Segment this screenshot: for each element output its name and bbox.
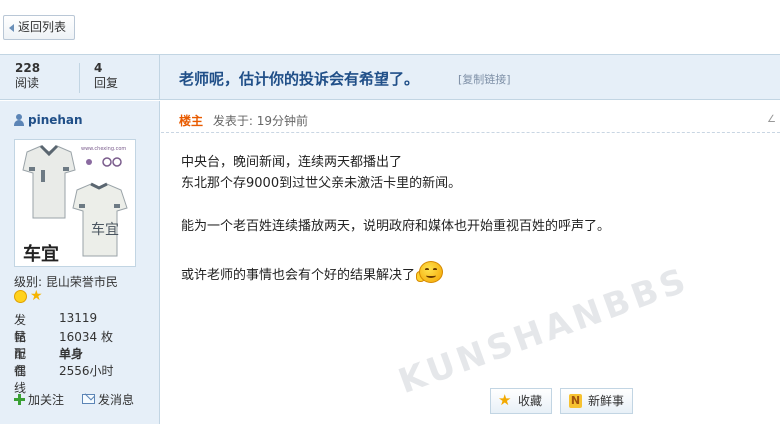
stat-value: 16034 枚: [59, 330, 113, 344]
plus-icon: [14, 394, 25, 405]
copy-link-button[interactable]: [复制链接]: [458, 71, 511, 87]
stat-value: 2556小时: [59, 364, 114, 378]
send-message-label: 发消息: [98, 393, 135, 407]
smile-medal-icon: [14, 290, 27, 303]
follow-label: 加关注: [28, 393, 65, 407]
svg-text:车宜: 车宜: [23, 243, 59, 265]
level-value: 昆山荣誉市民: [45, 275, 118, 289]
stat-value: 单身: [59, 347, 84, 361]
news-n-icon: N: [569, 394, 582, 408]
share-news-button[interactable]: N 新鲜事: [560, 388, 633, 414]
author-sidebar: pinehan 车 宜 www.chexing.com 车宜 级别: 昆山荣誉市…: [0, 101, 160, 424]
post-paragraph: 或许老师的事情也会有个好的结果解决了: [181, 268, 416, 283]
stat-value: 13119: [59, 311, 98, 325]
views-label: 阅读: [15, 76, 40, 90]
op-badge: 楼主: [179, 114, 204, 128]
post-meta: 楼主 发表于: 19分钟前: [179, 112, 308, 129]
replies-stat: 4 回复: [94, 61, 118, 91]
post-paragraph-last: 或许老师的事情也会有个好的结果解决了: [181, 259, 610, 283]
replies-count: 4: [94, 61, 103, 75]
svg-text:车: 车: [91, 221, 105, 238]
star-medal-icon: ★: [30, 288, 43, 304]
avatar[interactable]: 车 宜 www.chexing.com 车宜: [14, 139, 136, 267]
thread-stats: 228 阅读 4 回复: [0, 55, 160, 99]
thread-title: 老师呢，估计你的投诉会有希望了。: [179, 70, 420, 88]
post-paragraph: 东北那个存9000到过世父亲未激活卡里的新闻。: [181, 176, 462, 191]
thread-header: 228 阅读 4 回复 老师呢，估计你的投诉会有希望了。 [复制链接]: [0, 54, 780, 100]
follow-button[interactable]: 加关注: [14, 391, 64, 408]
send-message-button[interactable]: 发消息: [82, 391, 134, 408]
back-to-list-label: 返回列表: [18, 20, 67, 34]
views-stat: 228 阅读: [15, 61, 40, 91]
post-paragraph: 能为一个老百姓连续播放两天，说明政府和媒体也开始重视百姓的呼声了。: [181, 219, 611, 234]
star-icon: ★: [498, 391, 512, 409]
avatar-tshirt-image: 车 宜 www.chexing.com 车宜: [15, 140, 135, 266]
user-icon: [14, 114, 24, 127]
views-count: 228: [15, 61, 41, 75]
share-news-label: 新鲜事: [588, 394, 625, 408]
smile-wave-icon: [416, 259, 446, 287]
top-toolbar: 返回列表: [0, 0, 780, 54]
author-actions: 加关注 发消息: [14, 391, 154, 407]
stat-divider: [79, 63, 80, 93]
header-divider: [159, 55, 160, 99]
envelope-icon: [82, 394, 95, 404]
post-body: 中央台，晚间新闻，连续两天都播出了 东北那个存9000到过世父亲未激活卡里的新闻…: [181, 152, 611, 283]
svg-text:宜: 宜: [105, 222, 119, 238]
back-to-list-button[interactable]: 返回列表: [3, 15, 76, 40]
back-arrow-icon: [9, 24, 14, 32]
level-label: 级别:: [14, 275, 43, 289]
post-time: 发表于: 19分钟前: [212, 114, 308, 128]
corner-mark: ∠: [767, 114, 776, 125]
replies-label: 回复: [94, 76, 119, 90]
svg-text:www.chexing.com: www.chexing.com: [81, 146, 126, 152]
post-divider: [161, 132, 780, 133]
favorite-label: 收藏: [518, 394, 543, 408]
post-content: 楼主 发表于: 19分钟前 ∠ 中央台，晚间新闻，连续两天都播出了 东北那个存9…: [161, 101, 780, 424]
post-paragraph: 中央台，晚间新闻，连续两天都播出了: [181, 155, 403, 170]
author-username[interactable]: pinehan: [28, 113, 83, 127]
favorite-button[interactable]: ★ 收藏: [490, 388, 552, 414]
